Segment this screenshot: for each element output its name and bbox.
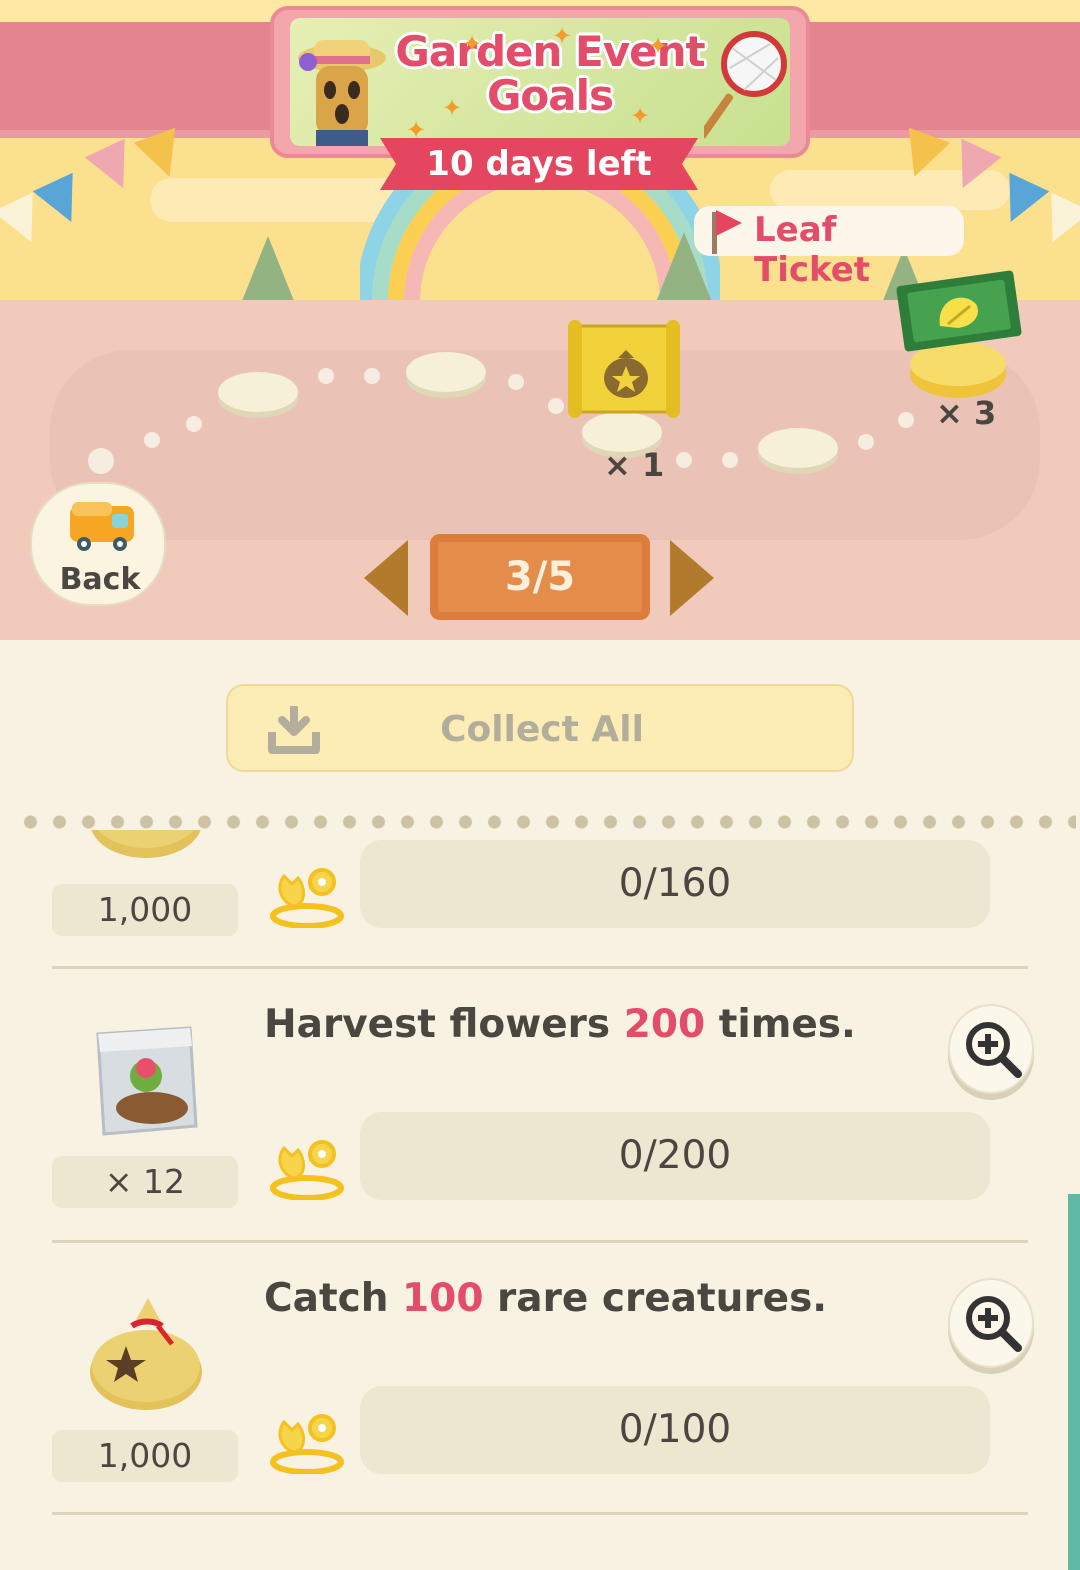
progress-bar: 0/100 (360, 1386, 990, 1474)
bell-bag-icon (91, 830, 201, 858)
reward-count: × 3 (936, 394, 997, 432)
task-description: Catch 100 rare creatures. (264, 1276, 828, 1321)
event-title-banner: Garden Event Goals ✦ ✦ ✦ ✦ ✦ ✦ (270, 6, 810, 158)
next-page-arrow[interactable] (670, 540, 714, 616)
task-description: Harvest flowers 200 times. (264, 1002, 856, 1047)
bug-net-icon (704, 31, 787, 139)
back-button[interactable]: Back (30, 482, 166, 606)
leaf-ticket-icon[interactable] (896, 264, 1026, 404)
task-list[interactable]: 1,000 0/160 × 12 Harvest flowers 200 tim… (0, 830, 1080, 1570)
page-indicator-text: 3/5 (504, 554, 576, 600)
treasure-map-icon[interactable] (564, 318, 684, 422)
reward-amount: × 12 (52, 1156, 238, 1208)
collect-all-button[interactable]: Collect All (226, 684, 854, 772)
sparkle-icon: ✦ (648, 32, 669, 60)
divider (52, 966, 1028, 969)
zoom-in-button[interactable] (948, 1004, 1034, 1094)
progress-text: 0/100 (618, 1407, 732, 1452)
task-target-count: 200 (623, 1002, 706, 1047)
task-target-count: 100 (402, 1276, 484, 1321)
path-stone (758, 428, 838, 468)
progress-bar: 0/200 (360, 1112, 990, 1200)
reward-amount: 1,000 (52, 1430, 238, 1482)
days-left-ribbon: 10 days left (380, 138, 698, 190)
path-stone (218, 372, 298, 412)
sparkle-icon: ✦ (442, 94, 463, 122)
flower-points-icon (270, 1140, 344, 1200)
event-title-line2: Goals (486, 71, 614, 120)
path-stone (406, 352, 486, 392)
flower-points-icon (270, 1414, 344, 1474)
back-label: Back (59, 562, 141, 597)
seed-bag-icon (96, 1026, 198, 1136)
event-title-line1: Garden Event (395, 27, 705, 76)
progress-text: 0/160 (618, 861, 732, 906)
sparkle-icon: ✦ (630, 102, 651, 130)
scarecrow-icon (298, 40, 386, 146)
progress-bar: 0/160 (360, 840, 990, 928)
collect-all-label: Collect All (440, 709, 644, 750)
zoom-in-icon (966, 1022, 1022, 1078)
page-indicator: 3/5 (430, 534, 650, 620)
sparkle-icon: ✦ (552, 22, 573, 50)
dotted-separator (16, 814, 1076, 830)
divider (52, 1512, 1028, 1515)
flower-points-icon (270, 868, 344, 928)
event-title: Garden Event Goals (380, 30, 720, 118)
next-reward-label: Leaf Ticket (694, 206, 964, 290)
reward-amount: 1,000 (52, 884, 238, 936)
scrollbar[interactable] (1068, 1194, 1080, 1570)
zoom-in-button[interactable] (948, 1278, 1034, 1368)
previous-page-arrow[interactable] (364, 540, 408, 616)
zoom-in-icon (966, 1296, 1022, 1352)
bell-bag-icon (90, 1298, 202, 1410)
reward-count: × 1 (604, 446, 665, 484)
divider (52, 1240, 1028, 1243)
sparkle-icon: ✦ (462, 30, 483, 58)
goals-panel: Collect All 1,000 0/160 × 12 Harvest flo… (0, 640, 1080, 1570)
progress-text: 0/200 (618, 1133, 732, 1178)
camper-van-icon (70, 502, 134, 551)
event-scene: Garden Event Goals ✦ ✦ ✦ ✦ ✦ ✦ 10 days l… (0, 0, 1080, 640)
